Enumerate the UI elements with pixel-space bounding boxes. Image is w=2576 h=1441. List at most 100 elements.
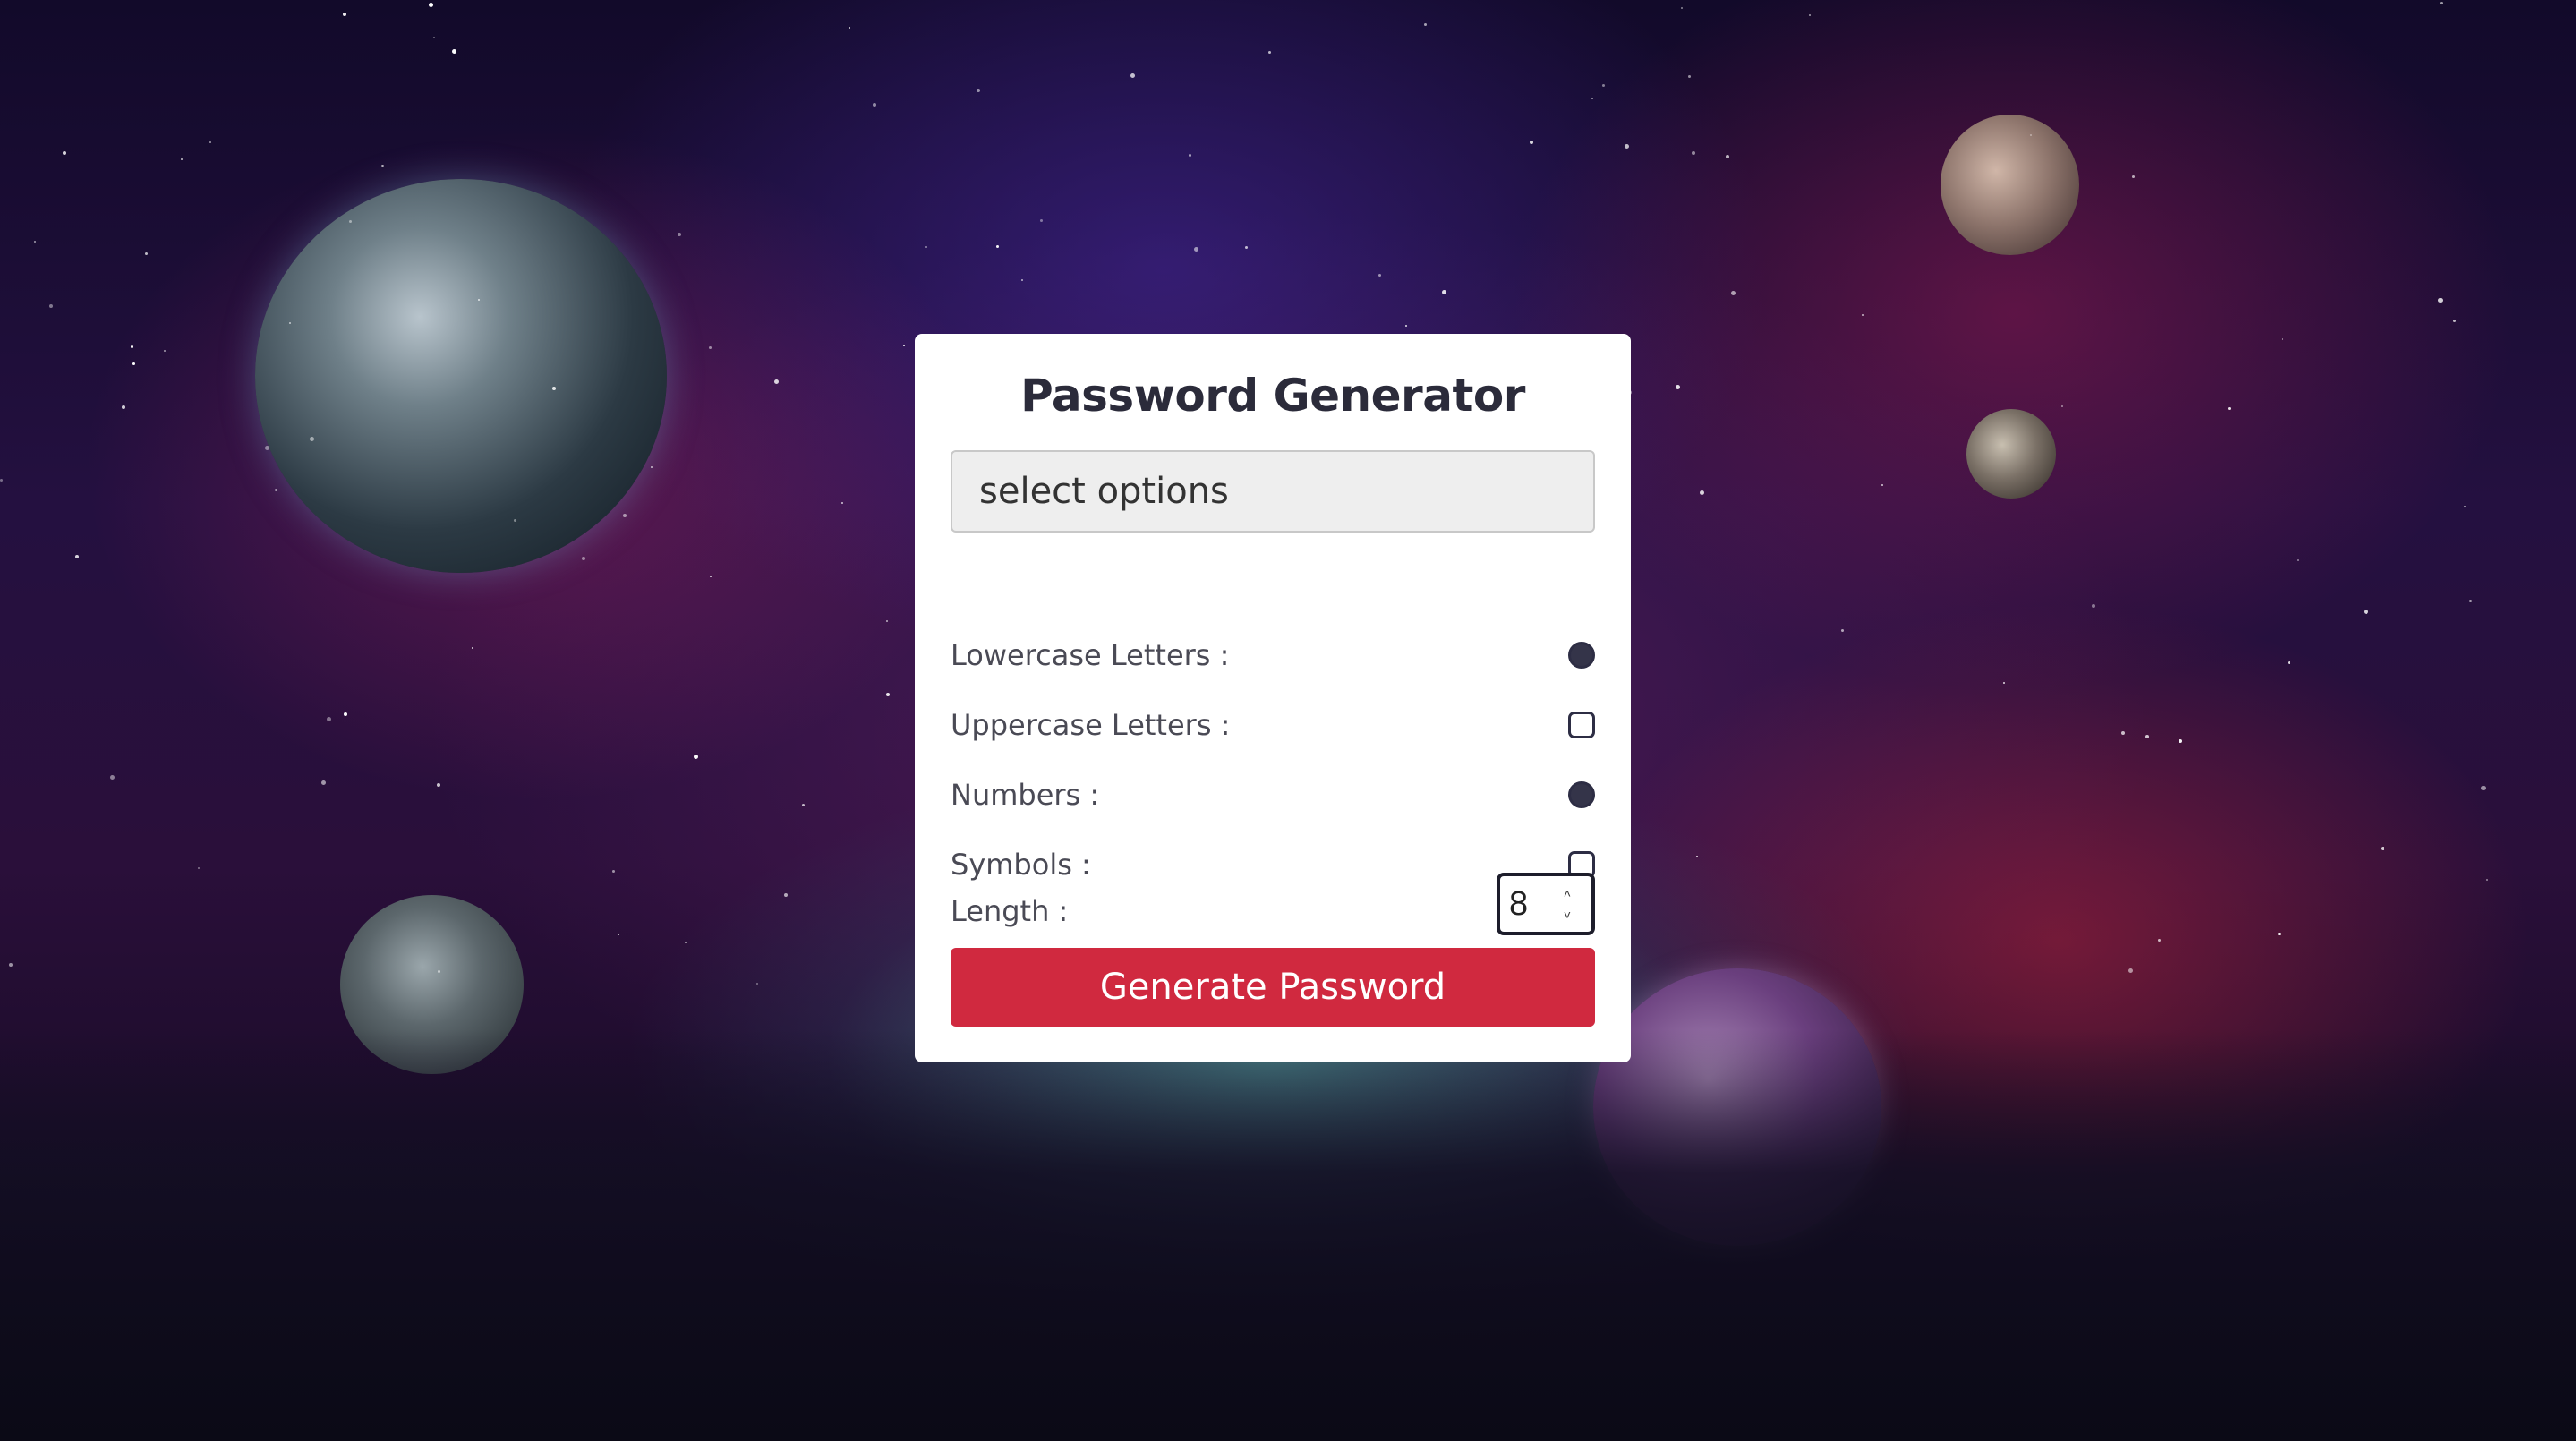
star-dot — [34, 241, 36, 243]
star-dot — [2121, 731, 2125, 735]
star-dot — [925, 246, 927, 248]
star-dot — [75, 555, 79, 558]
star-dot — [977, 89, 980, 92]
option-numbers: Numbers : — [951, 772, 1595, 817]
star-dot — [1378, 274, 1381, 277]
star-dot — [0, 479, 3, 482]
star-dot — [2282, 338, 2283, 340]
numbers-checkbox[interactable] — [1568, 781, 1595, 808]
star-dot — [612, 870, 615, 873]
star-dot — [321, 780, 326, 785]
star-dot — [2364, 610, 2368, 614]
star-dot — [478, 299, 480, 301]
star-dot — [438, 970, 440, 973]
planet-image — [1966, 409, 2056, 499]
star-dot — [1809, 14, 1811, 16]
star-dot — [1726, 155, 1729, 158]
generate-password-button[interactable]: Generate Password — [951, 948, 1595, 1027]
star-dot — [886, 620, 888, 622]
star-dot — [849, 27, 850, 29]
star-dot — [623, 514, 627, 517]
length-number-input[interactable]: 8 ˄ ˅ — [1497, 873, 1595, 935]
star-dot — [2030, 134, 2032, 136]
star-dot — [349, 220, 352, 223]
star-dot — [2092, 604, 2095, 608]
star-dot — [132, 362, 135, 365]
chevron-down-icon[interactable]: ˅ — [1560, 908, 1574, 921]
star-dot — [1692, 151, 1695, 155]
star-dot — [1530, 141, 1533, 144]
star-dot — [873, 103, 876, 107]
star-dot — [2469, 600, 2472, 602]
star-dot — [1625, 144, 1629, 149]
star-dot — [275, 489, 277, 491]
star-dot — [2297, 559, 2299, 561]
star-dot — [343, 13, 346, 16]
star-dot — [1602, 84, 1605, 87]
option-label: Uppercase Letters : — [951, 708, 1231, 742]
star-dot — [886, 693, 890, 696]
star-dot — [1194, 247, 1198, 252]
star-dot — [1591, 98, 1593, 99]
star-dot — [1245, 246, 1248, 249]
length-label: Length : — [951, 894, 1069, 928]
star-dot — [452, 49, 456, 54]
star-dot — [1700, 490, 1704, 495]
password-output-field[interactable] — [951, 450, 1595, 533]
star-dot — [164, 350, 166, 352]
star-dot — [678, 233, 681, 236]
star-dot — [433, 37, 435, 38]
star-dot — [2128, 968, 2133, 973]
star-dot — [552, 387, 556, 390]
chevron-up-icon[interactable]: ˄ — [1560, 887, 1574, 900]
star-dot — [903, 345, 905, 346]
uppercase-checkbox[interactable] — [1568, 712, 1595, 738]
star-dot — [2453, 320, 2456, 322]
star-dot — [1424, 23, 1427, 26]
star-dot — [841, 502, 843, 504]
star-dot — [1189, 154, 1191, 157]
star-dot — [1040, 219, 1043, 222]
star-dot — [2288, 661, 2290, 664]
star-dot — [437, 783, 440, 787]
planet-image — [255, 179, 667, 573]
star-dot — [327, 717, 331, 721]
length-spinner[interactable]: ˄ ˅ — [1557, 887, 1577, 921]
lowercase-checkbox[interactable] — [1568, 642, 1595, 669]
star-dot — [472, 647, 473, 649]
star-dot — [756, 983, 758, 985]
star-dot — [685, 942, 687, 943]
star-dot — [289, 322, 291, 324]
star-dot — [2440, 2, 2443, 4]
star-dot — [2381, 847, 2384, 850]
star-dot — [49, 304, 53, 308]
page-title: Password Generator — [1020, 370, 1525, 422]
star-dot — [429, 3, 433, 7]
star-dot — [1696, 856, 1698, 857]
star-dot — [1130, 73, 1135, 78]
star-dot — [145, 252, 148, 255]
star-dot — [709, 346, 712, 349]
star-dot — [1442, 290, 1446, 294]
star-dot — [9, 963, 13, 967]
star-dot — [694, 755, 698, 759]
star-dot — [1268, 51, 1271, 54]
star-dot — [2132, 175, 2135, 178]
star-dot — [2278, 933, 2281, 935]
star-dot — [618, 934, 619, 935]
option-label: Numbers : — [951, 778, 1100, 812]
star-dot — [181, 158, 183, 160]
star-dot — [2158, 939, 2161, 942]
star-dot — [1405, 325, 1407, 327]
star-dot — [802, 804, 805, 806]
star-dot — [774, 379, 779, 384]
option-lowercase: Lowercase Letters : — [951, 633, 1595, 678]
star-dot — [784, 893, 788, 897]
star-dot — [265, 446, 269, 450]
star-dot — [1841, 629, 1844, 632]
star-dot — [2228, 407, 2231, 410]
star-dot — [63, 151, 66, 155]
star-dot — [198, 867, 200, 869]
star-dot — [381, 165, 384, 167]
star-dot — [2486, 879, 2488, 881]
